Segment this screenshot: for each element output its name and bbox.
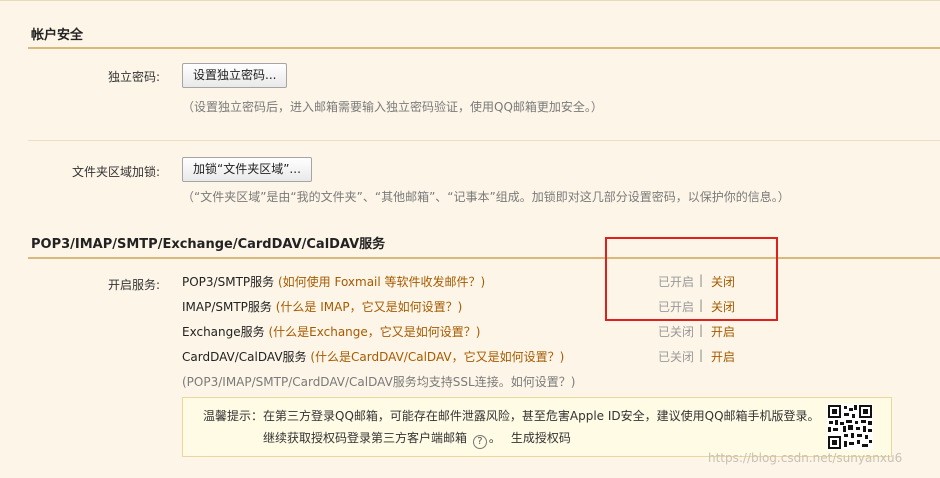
folder-lock-hint: （“文件夹区域”是由“我的文件夹”、“其他邮箱”、“记事本”组成。加锁即对这几部… (182, 190, 790, 204)
tip-box: 温馨提示：在第三方登录QQ邮箱，可能存在邮件泄露风险，甚至危害Apple ID安… (182, 397, 892, 457)
service-status: 已关闭 (658, 325, 695, 339)
service-help-link[interactable]: (什么是 IMAP，它又是如何设置？) (276, 300, 463, 314)
watermark: https://blog.csdn.net/sunyanxu6 (708, 451, 903, 465)
service-help-link[interactable]: (如何使用 Foxmail 等软件收发邮件？) (278, 275, 485, 289)
service-help-link[interactable]: (什么是Exchange，它又是如何设置？) (268, 325, 480, 339)
tip-text-2: 继续获取授权码登录第三方客户端邮箱 (263, 431, 468, 445)
generate-auth-code-link[interactable]: 生成授权码 (511, 431, 571, 445)
section-divider (28, 47, 940, 49)
service-row-pop3: POP3/SMTP服务 (如何使用 Foxmail 等软件收发邮件？) (182, 273, 485, 290)
separator: | (699, 323, 704, 337)
service-row-exchange: Exchange服务 (什么是Exchange，它又是如何设置？) (182, 323, 480, 340)
exchange-open-link[interactable]: 开启 (711, 323, 735, 340)
independent-password-label: 独立密码: (107, 70, 160, 84)
service-name: IMAP/SMTP服务 (182, 300, 272, 314)
service-name: Exchange服务 (182, 325, 265, 339)
top-divider (0, 0, 940, 1)
folder-lock-label: 文件夹区域加锁: (71, 165, 160, 179)
section-divider (28, 257, 940, 259)
set-independent-password-button[interactable]: 设置独立密码... (182, 63, 288, 88)
lock-folder-area-button[interactable]: 加锁“文件夹区域”... (182, 157, 312, 182)
tip-authorization-line: 继续获取授权码登录第三方客户端邮箱 ?。生成授权码 (263, 429, 571, 449)
service-help-link[interactable]: (什么是CardDAV/CalDAV，它又是如何设置？) (310, 350, 564, 364)
service-name: POP3/SMTP服务 (182, 275, 275, 289)
service-row-carddav: CardDAV/CalDAV服务 (什么是CardDAV/CalDAV，它又是如… (182, 348, 564, 365)
service-name: CardDAV/CalDAV服务 (182, 350, 307, 364)
tip-period: 。 (488, 431, 501, 445)
enable-service-label: 开启服务: (107, 278, 160, 292)
qr-code-icon (827, 404, 873, 450)
service-status: 已关闭 (658, 350, 695, 364)
service-row-imap: IMAP/SMTP服务 (什么是 IMAP，它又是如何设置？) (182, 298, 462, 315)
separator: | (699, 348, 704, 362)
row-divider (28, 140, 940, 141)
carddav-open-link[interactable]: 开启 (711, 348, 735, 365)
independent-password-hint: （设置独立密码后，进入邮箱需要输入独立密码验证，使用QQ邮箱更加安全。） (182, 100, 603, 114)
tip-text: 温馨提示：在第三方登录QQ邮箱，可能存在邮件泄露风险，甚至危害Apple ID安… (203, 409, 820, 423)
ssl-note[interactable]: (POP3/IMAP/SMTP/CardDAV/CalDAV服务均支持SSL连接… (182, 373, 575, 390)
pop3-section-title: POP3/IMAP/SMTP/Exchange/CardDAV/CalDAV服务 (31, 237, 386, 252)
highlight-annotation-box (605, 237, 778, 321)
help-icon[interactable]: ? (472, 435, 487, 449)
account-security-title: 帐户安全 (31, 28, 84, 43)
